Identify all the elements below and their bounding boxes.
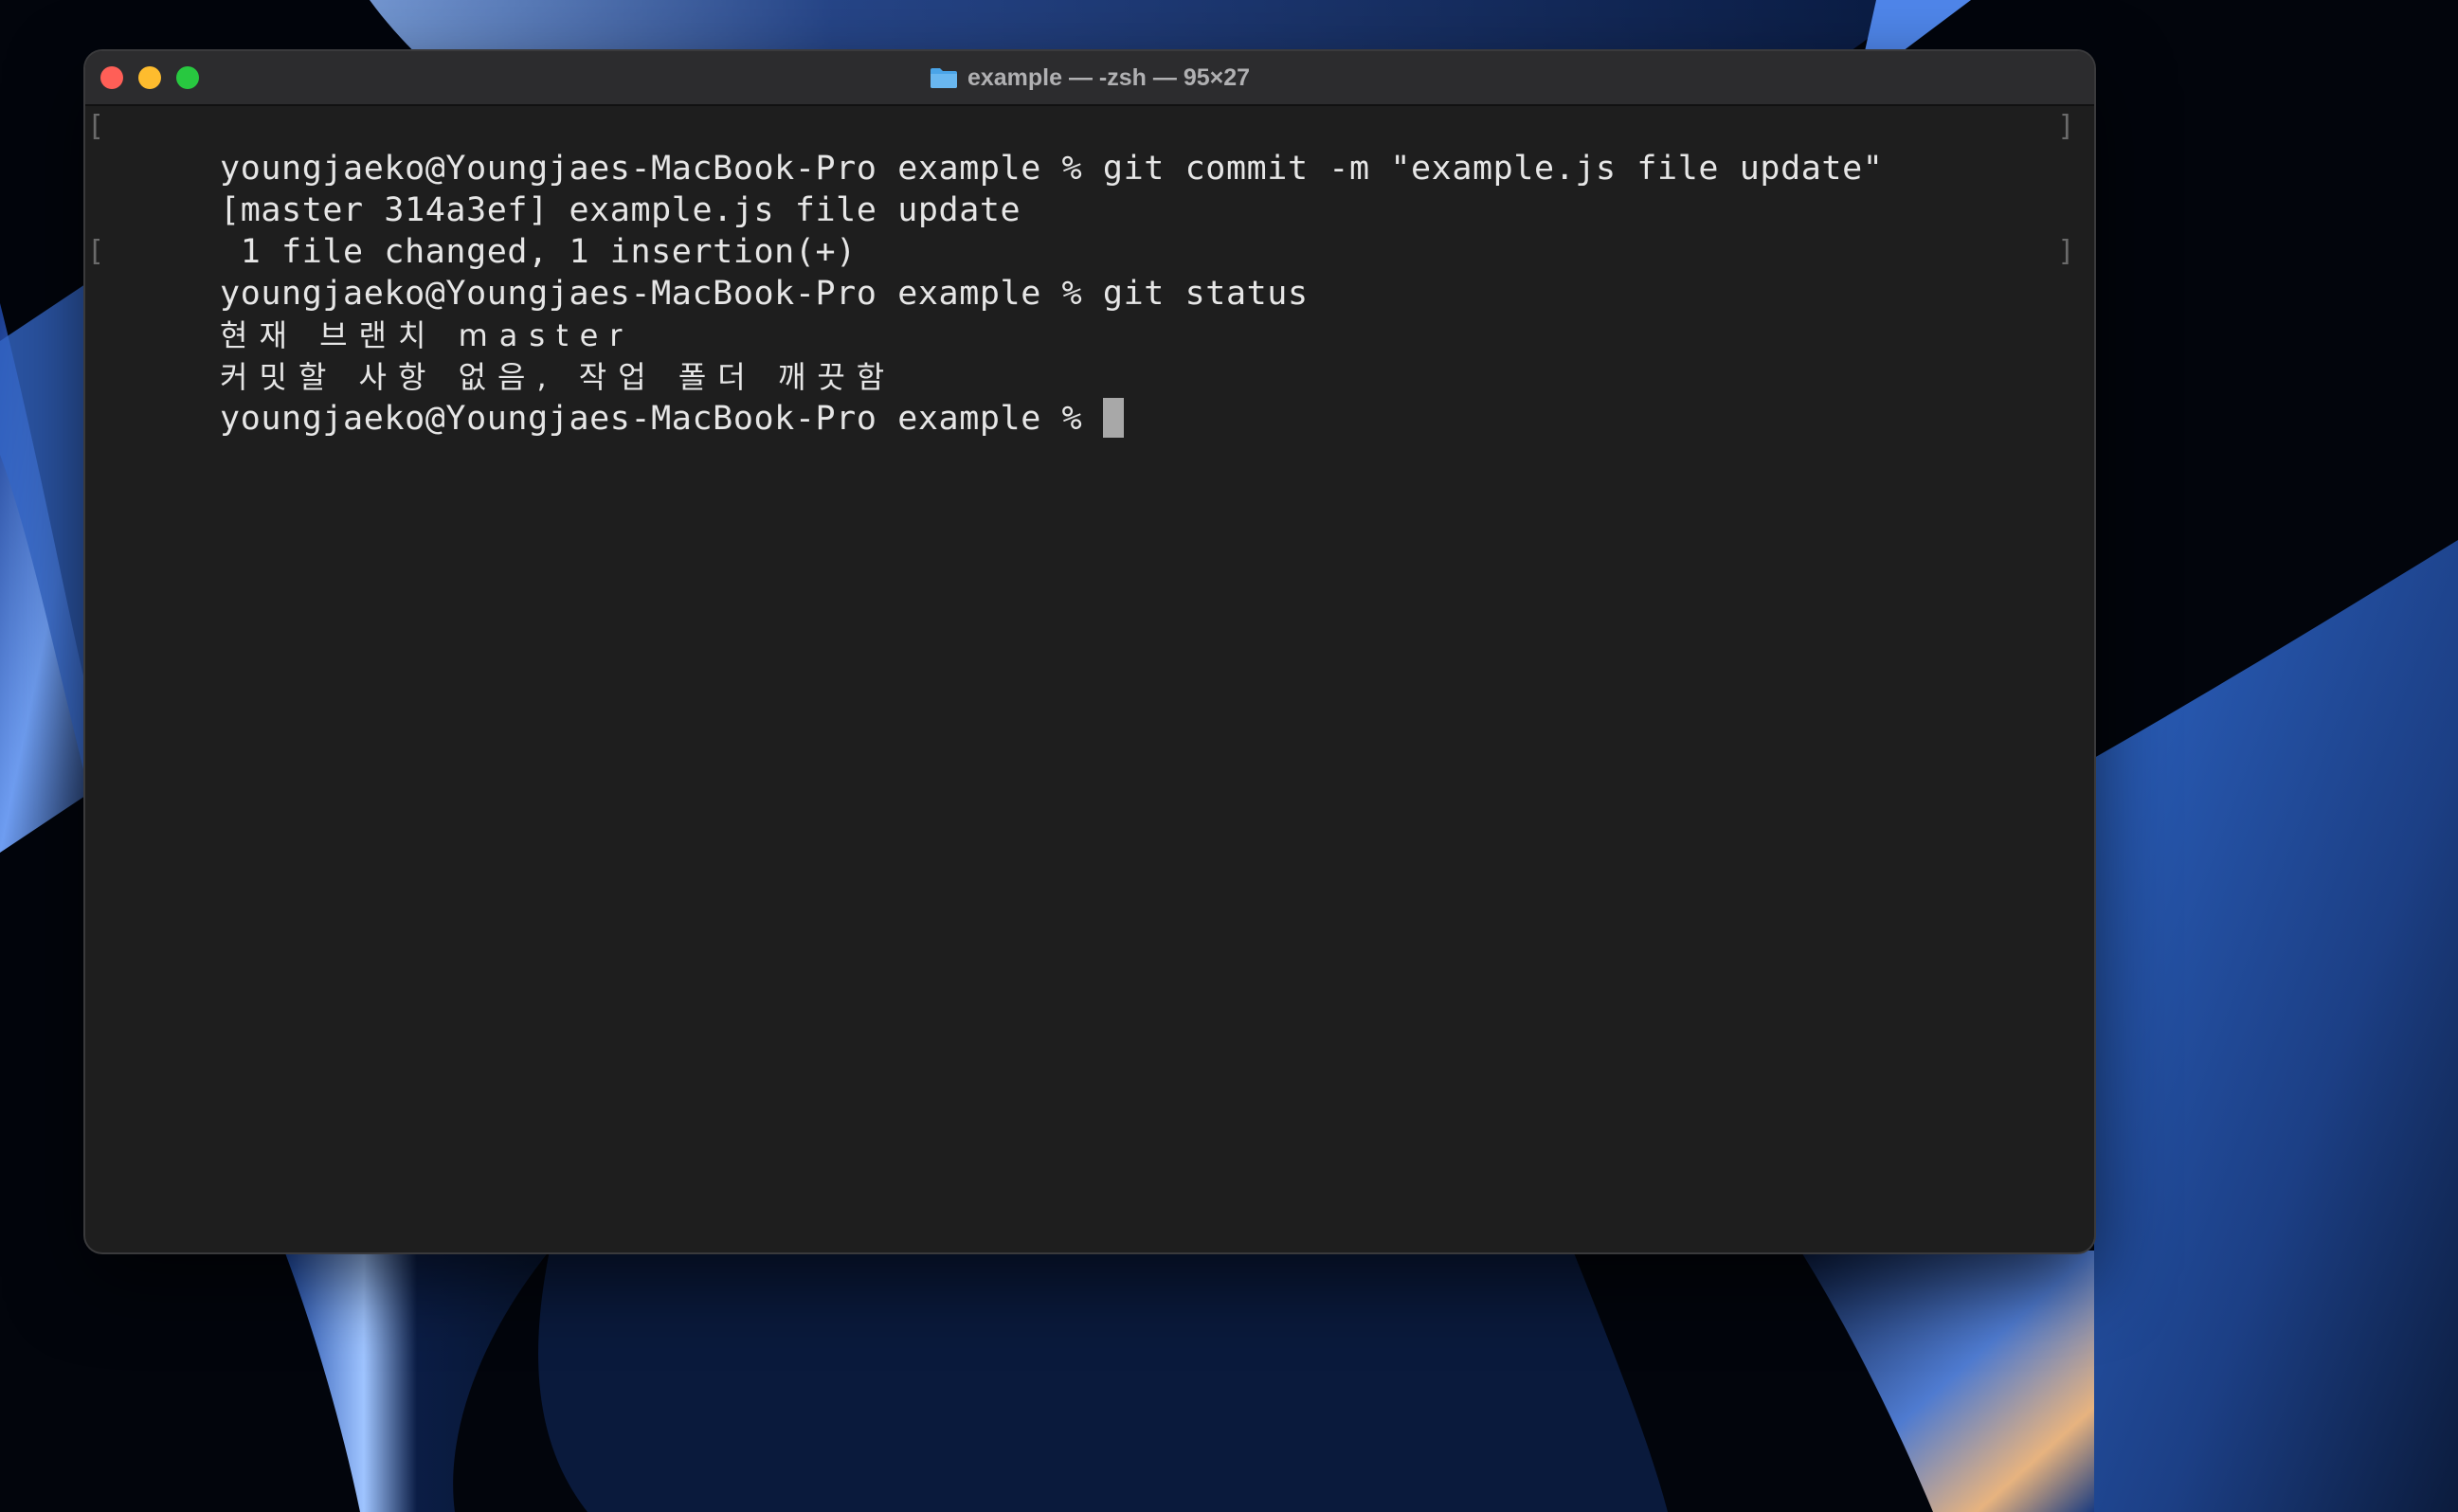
terminal-output[interactable]: [ youngjaeko@Youngjaes-MacBook-Pro exampl… — [87, 106, 2075, 1252]
terminal-line: 현재 브랜치 master — [97, 273, 2075, 353]
line-mark-icon: ] — [2057, 235, 2075, 268]
terminal-line: [youngjaeko@Youngjaes-MacBook-Pro exampl… — [87, 231, 2075, 313]
terminal-line: [master 314a3ef] example.js file update — [97, 148, 2075, 229]
title-bar[interactable]: example — -zsh — 95×27 — [85, 51, 2094, 106]
terminal-line: [youngjaeko@Youngjaes-MacBook-Pro exampl… — [87, 106, 2075, 188]
window-title-text: example — -zsh — 95×27 — [967, 64, 1251, 91]
line-mark-icon: [ — [87, 235, 105, 268]
line-mark-icon: [ — [87, 110, 105, 143]
folder-icon — [930, 66, 958, 89]
terminal-window[interactable]: example — -zsh — 95×27 [ youngjaeko@Young… — [85, 51, 2094, 1252]
terminal-line: 커밋할 사항 없음, 작업 폴더 깨끗함 — [97, 315, 2075, 395]
prompt-text: youngjaeko@Youngjaes-MacBook-Pro example… — [220, 400, 1103, 438]
window-title: example — -zsh — 95×27 — [85, 63, 2094, 92]
line-mark-icon: ] — [2057, 110, 2075, 143]
terminal-prompt-line[interactable]: youngjaeko@Youngjaes-MacBook-Pro example… — [97, 356, 2075, 438]
text-cursor — [1102, 398, 1124, 438]
terminal-line: 1 file changed, 1 insertion(+) — [97, 189, 2075, 271]
